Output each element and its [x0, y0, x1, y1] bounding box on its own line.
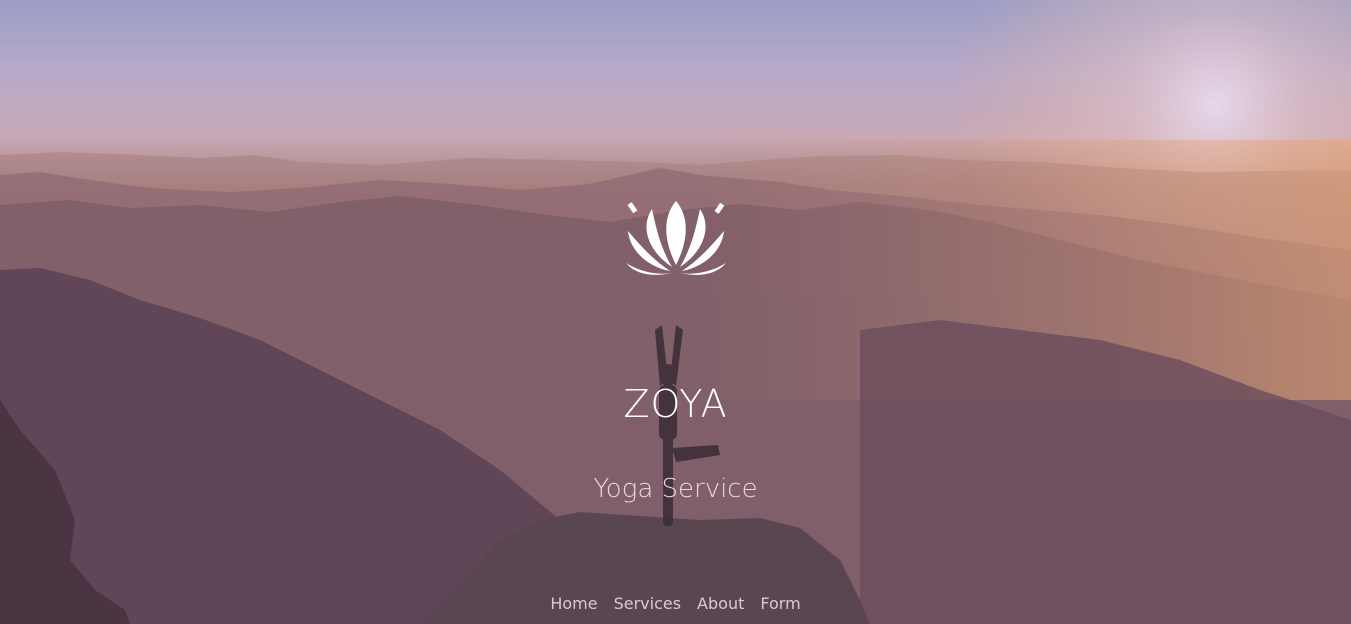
nav-services-link[interactable]: Services [614, 594, 681, 613]
main-nav: Home Services About Form [0, 594, 1351, 613]
brand-tagline: Yoga Service [593, 474, 758, 504]
hero-background-image [0, 0, 1351, 624]
nav-form-link[interactable]: Form [760, 594, 800, 613]
nav-about-link[interactable]: About [697, 594, 744, 613]
nav-home-link[interactable]: Home [550, 594, 597, 613]
lotus-icon [626, 201, 726, 275]
brand-title: ZOYA [623, 382, 728, 426]
hero-section: ZOYA Yoga Service Home Services About Fo… [0, 0, 1351, 624]
